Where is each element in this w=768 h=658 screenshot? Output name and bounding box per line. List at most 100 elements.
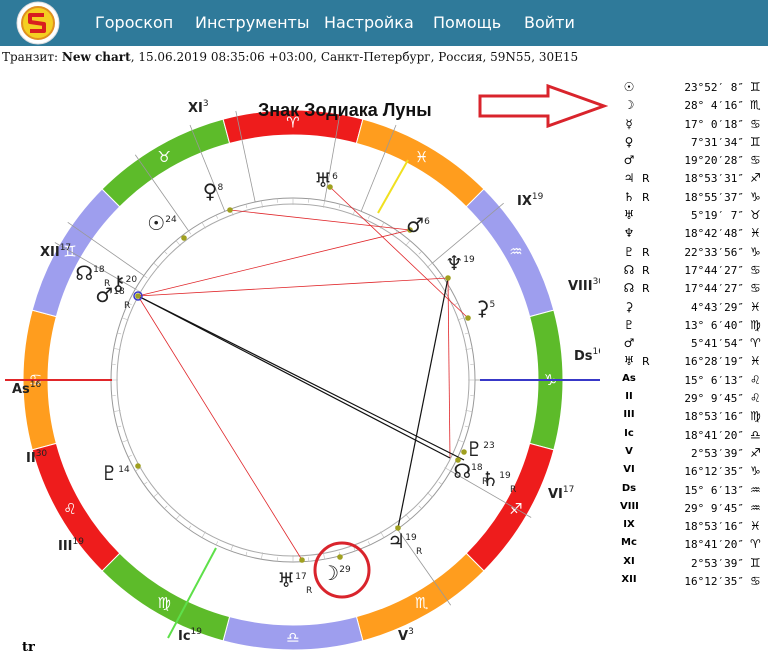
degree-tick <box>367 541 371 546</box>
degree-tick <box>153 262 160 268</box>
natal-chart-wheel[interactable]: ♋♊♉♈♓♒♑♐♏♎♍♌As16II30III19Ic19V3VI17Ds16V… <box>0 70 600 658</box>
position-sign: ♌ <box>750 372 761 387</box>
degree-tick <box>438 481 443 485</box>
nav-horoscope[interactable]: Гороскоп <box>95 0 173 46</box>
aspect-line <box>397 277 449 529</box>
retrograde-mark: R <box>642 172 650 186</box>
planet-glyph: ⚷20 <box>111 271 137 295</box>
position-row: ☉ 23°52′ 8″ ♊ <box>620 80 768 98</box>
degree-tick <box>418 251 422 255</box>
degree-tick <box>245 204 248 209</box>
planet-glyph: ☊18 <box>453 459 482 483</box>
navbar: Гороскоп Инструменты Настройка Помощь Во… <box>0 0 768 46</box>
retrograde-mark: R <box>416 547 422 557</box>
degree-tick <box>215 541 219 546</box>
position-value: 13° 6′40″ <box>684 318 744 332</box>
planet-dot <box>445 275 451 281</box>
position-value: 17°44′27″ <box>684 282 744 296</box>
planet-dot <box>299 557 305 563</box>
position-glyph: XI <box>623 555 635 567</box>
degree-tick <box>438 275 443 279</box>
position-sign: ♊ <box>750 555 761 570</box>
degree-tick <box>444 467 451 472</box>
position-row: ♇ 13° 6′40″ ♍ <box>620 318 768 336</box>
zodiac-sign-glyph: ♒ <box>509 242 522 260</box>
house-label: III19 <box>58 537 84 554</box>
aspect-line <box>137 295 303 561</box>
position-glyph: VI <box>623 464 635 476</box>
position-glyph: II <box>625 391 633 403</box>
aspect-line <box>137 295 451 459</box>
aspect-line <box>447 277 451 459</box>
position-sign: ♒ <box>750 500 761 515</box>
position-sign: ♐ <box>750 171 761 186</box>
retrograde-mark: R <box>642 282 650 296</box>
position-value: 18°53′16″ <box>684 410 744 424</box>
chart-name: New chart <box>61 50 131 64</box>
position-value: 18°41′20″ <box>684 538 744 552</box>
planet-dot <box>337 554 343 560</box>
position-glyph: ☊ <box>623 281 635 296</box>
position-sign: ♊ <box>750 80 761 94</box>
position-row: Ic 18°41′20″ ♎ <box>620 428 768 446</box>
nav-help[interactable]: Помощь <box>433 0 501 46</box>
position-glyph: IX <box>623 519 635 531</box>
position-row: V 2°53′39″ ♐ <box>620 446 768 464</box>
position-sign: ♋ <box>750 574 761 589</box>
transit-info: Транзит: New chart, 15.06.2019 08:35:06 … <box>2 50 578 64</box>
position-sign: ♓ <box>750 519 761 534</box>
degree-tick <box>454 302 459 306</box>
nav-settings[interactable]: Настройка <box>324 0 414 46</box>
positions-table: ☉ 23°52′ 8″ ♊ ☽ 28° 4′16″ ♏ ☿ 17° 0′18″ ♋ ♀ 7°31′3… <box>620 80 768 592</box>
degree-tick <box>464 425 469 428</box>
position-sign: ♈ <box>750 537 761 552</box>
position-value: 5°41′54″ <box>691 337 744 351</box>
position-row: ♅ R 16°28′19″ ♓ <box>620 354 768 372</box>
zodiac-sign-glyph: ♎ <box>286 629 299 647</box>
position-sign: ♍ <box>750 409 761 424</box>
degree-tick <box>464 332 469 335</box>
planet-glyph: ♇14 <box>100 461 130 485</box>
aspect-line <box>137 277 449 297</box>
house-label: V3 <box>398 627 414 644</box>
degree-tick <box>127 454 132 458</box>
degree-tick <box>188 230 192 235</box>
position-glyph: Mc <box>621 537 637 549</box>
position-row: Mc 18°41′20″ ♈ <box>620 537 768 555</box>
position-sign: ♋ <box>750 262 761 277</box>
planet-glyph: ♇23 <box>465 437 494 461</box>
position-row: XII 16°12′35″ ♋ <box>620 574 768 592</box>
position-row: Ds 15° 6′13″ ♒ <box>620 483 768 501</box>
planet-glyph: ♅17 <box>277 568 306 592</box>
degree-tick <box>117 425 122 428</box>
position-value: 23°52′ 8″ <box>684 81 744 94</box>
position-value: 18°53′31″ <box>684 172 744 186</box>
position-value: 29° 9′45″ <box>684 501 744 515</box>
position-row: ♃ R 18°53′31″ ♐ <box>620 171 768 189</box>
position-sign: ♓ <box>750 299 761 314</box>
position-value: 17°44′27″ <box>684 263 744 277</box>
position-row: XI 2°53′39″ ♊ <box>620 556 768 574</box>
planet-glyph: ♃19 <box>387 529 417 553</box>
zodiac-sign-glyph: ♍ <box>158 594 171 612</box>
transit-details: , 15.06.2019 08:35:06 +03:00, Санкт-Пете… <box>130 50 579 64</box>
degree-tick <box>426 262 433 268</box>
position-sign: ♑ <box>750 244 761 259</box>
retrograde-mark: R <box>642 263 650 277</box>
position-sign: ♌ <box>750 391 761 406</box>
position-glyph: ☉ <box>623 80 635 94</box>
position-row: ⚳ 4°43′29″ ♓ <box>620 300 768 318</box>
aspect-line <box>229 209 411 231</box>
position-glyph: ♂ <box>623 336 635 351</box>
position-sign: ♑ <box>750 464 761 479</box>
degree-tick <box>164 251 168 255</box>
nav-login[interactable]: Войти <box>524 0 575 46</box>
degree-tick <box>367 214 371 219</box>
planet-glyph: ⚳5 <box>475 296 495 320</box>
position-row: ☊ R 17°44′27″ ♋ <box>620 263 768 281</box>
position-row: II 29° 9′45″ ♌ <box>620 391 768 409</box>
site-logo[interactable] <box>14 0 62 46</box>
planet-dot <box>135 293 141 299</box>
nav-tools[interactable]: Инструменты <box>195 0 310 46</box>
retrograde-mark: R <box>642 355 650 369</box>
